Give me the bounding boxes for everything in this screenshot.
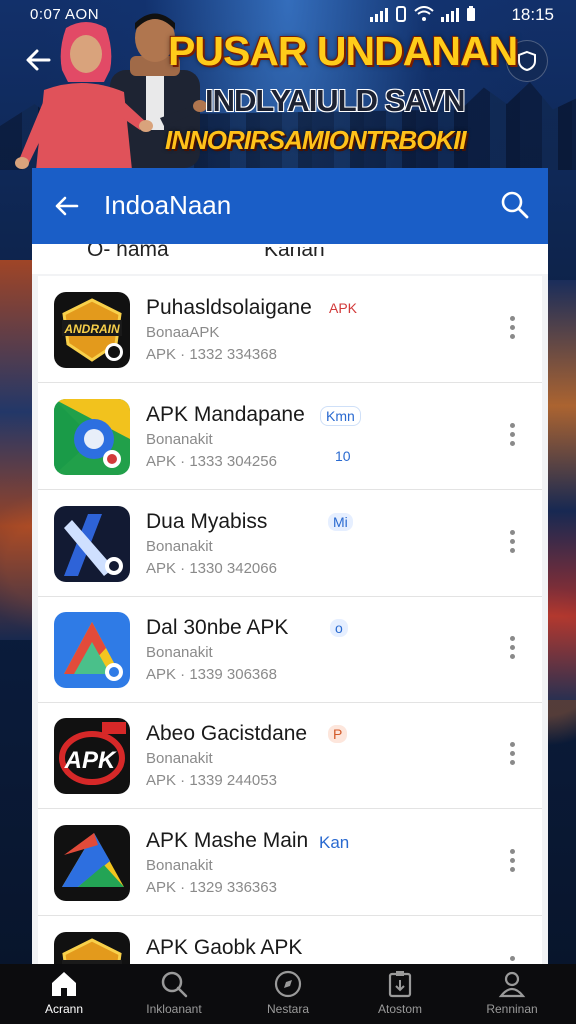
more-options-icon[interactable] <box>510 316 516 343</box>
wifi-icon <box>414 6 434 21</box>
nav-item-explore[interactable]: Nestara <box>238 970 338 1016</box>
nav-label: Acrann <box>44 1002 84 1016</box>
banner-tagline: INNORIRSAMIONTRBOKII <box>165 125 467 155</box>
list-item[interactable]: APK Mandapane Kmn 10 Bonanakit APK · 133… <box>38 383 542 490</box>
svg-text:APK: APK <box>64 747 117 774</box>
app-name: Dal 30nbe APK <box>146 616 289 639</box>
badge-dark-icon <box>54 932 130 964</box>
app-tag: Mi <box>328 513 353 531</box>
left-background-decoration <box>0 260 32 640</box>
banner-title: PUSAR UNDANAN <box>168 28 518 74</box>
nav-item-search[interactable]: Inkloanant <box>124 970 224 1016</box>
status-icons <box>370 6 476 22</box>
app-meta: APK · 1339 306368 <box>146 666 277 683</box>
profile-icon <box>498 971 526 998</box>
triangle-play-icon <box>54 612 130 688</box>
app-tag: P <box>328 725 348 743</box>
battery-icon <box>467 6 475 21</box>
list-item[interactable]: APK Abeo Gacistdane P Bonanakit APK · 13… <box>38 702 542 809</box>
svg-text:ANDRAIN: ANDRAIN <box>63 322 120 336</box>
back-arrow-icon[interactable] <box>52 192 80 220</box>
tab-bar: O- hama Kanan <box>32 244 548 274</box>
app-tag: Kan <box>319 833 350 852</box>
app-meta: APK · 1332 334368 <box>146 346 277 363</box>
app-meta: APK · 1333 304256 <box>146 453 277 470</box>
app-meta: APK · 1339 244053 <box>146 772 277 789</box>
app-meta: APK · 1329 336363 <box>146 879 277 896</box>
app-bar-title: IndoaNaan <box>104 190 232 220</box>
app-developer: Bonanakit <box>146 644 213 661</box>
app-developer: BonaaAPK <box>146 324 220 341</box>
more-options-icon[interactable] <box>510 636 516 663</box>
status-time-right: 18:15 <box>511 5 554 24</box>
home-icon <box>52 972 76 996</box>
app-name: APK Mandapane <box>146 403 305 426</box>
banner-subtitle: INDLYAIULD SAVN <box>205 83 465 118</box>
download-box-icon <box>388 971 412 998</box>
app-tag: o <box>330 619 348 637</box>
blue-x-icon <box>54 506 130 582</box>
shield-icon <box>518 50 536 72</box>
app-developer: Bonanakit <box>146 750 213 767</box>
app-list-card: IndoaNaan O- hama Kanan ANDRAIN Puhaslds… <box>32 168 548 964</box>
more-options-icon[interactable] <box>510 530 516 557</box>
more-options-icon[interactable] <box>510 956 516 964</box>
list-item[interactable]: APK Gaobk APK <box>38 916 542 964</box>
app-list: ANDRAIN Puhasldsolaigane APK BonaaAPK AP… <box>38 276 542 964</box>
search-icon <box>161 971 188 998</box>
app-tag-secondary: 10 <box>335 448 351 464</box>
more-options-icon[interactable] <box>510 849 516 876</box>
tab-indicator <box>228 244 348 247</box>
app-name: Dua Myabiss <box>146 510 268 533</box>
nav-label: Renninan <box>486 1002 538 1016</box>
nav-label: Atostom <box>377 1002 422 1016</box>
banner-woman-figure <box>15 22 153 170</box>
app-developer: Bonanakit <box>146 857 213 874</box>
nav-label: Inkloanant <box>146 1002 202 1016</box>
app-bar: IndoaNaan <box>32 168 548 244</box>
list-item[interactable]: APK Mashe Main Kan Bonanakit APK · 1329 … <box>38 809 542 916</box>
app-meta: APK · 1330 342066 <box>146 560 277 577</box>
cellular-signal-2-icon <box>441 8 459 22</box>
list-item[interactable]: ANDRAIN Puhasldsolaigane APK BonaaAPK AP… <box>38 276 542 383</box>
list-item[interactable]: Dal 30nbe APK o Bonanakit APK · 1339 306… <box>38 596 542 703</box>
tab-home[interactable]: O- hama <box>87 244 169 262</box>
right-background-decoration <box>544 280 576 700</box>
app-developer: Bonanakit <box>146 538 213 555</box>
list-item[interactable]: Dua Myabiss Mi Bonanakit APK · 1330 3420… <box>38 490 542 597</box>
badge-dark-icon: ANDRAIN <box>54 292 130 368</box>
app-name: Puhasldsolaigane <box>146 296 312 319</box>
vibrate-icon <box>396 6 406 22</box>
google-style-icon <box>54 399 130 475</box>
bottom-navigation: Acrann Inkloanant Nestara Atostom Rennin… <box>0 964 576 1024</box>
app-name: APK Gaobk APK <box>146 936 303 959</box>
nav-item-downloads[interactable]: Atostom <box>350 970 450 1016</box>
app-name: Abeo Gacistdane <box>146 722 308 745</box>
nav-item-profile[interactable]: Renninan <box>462 970 562 1016</box>
more-options-icon[interactable] <box>510 742 516 769</box>
cellular-signal-icon <box>370 8 388 22</box>
app-tag: APK <box>329 300 358 316</box>
search-icon[interactable] <box>500 190 530 220</box>
color-triangle-icon <box>54 825 130 901</box>
app-name: APK Mashe Main <box>146 829 309 852</box>
nav-item-home[interactable]: Acrann <box>14 970 114 1016</box>
compass-icon <box>274 970 302 998</box>
more-options-icon[interactable] <box>510 423 516 450</box>
app-developer: Bonanakit <box>146 431 213 448</box>
apk-red-icon: APK <box>54 718 130 794</box>
nav-label: Nestara <box>266 1002 310 1016</box>
app-tag: Kmn <box>320 406 361 426</box>
